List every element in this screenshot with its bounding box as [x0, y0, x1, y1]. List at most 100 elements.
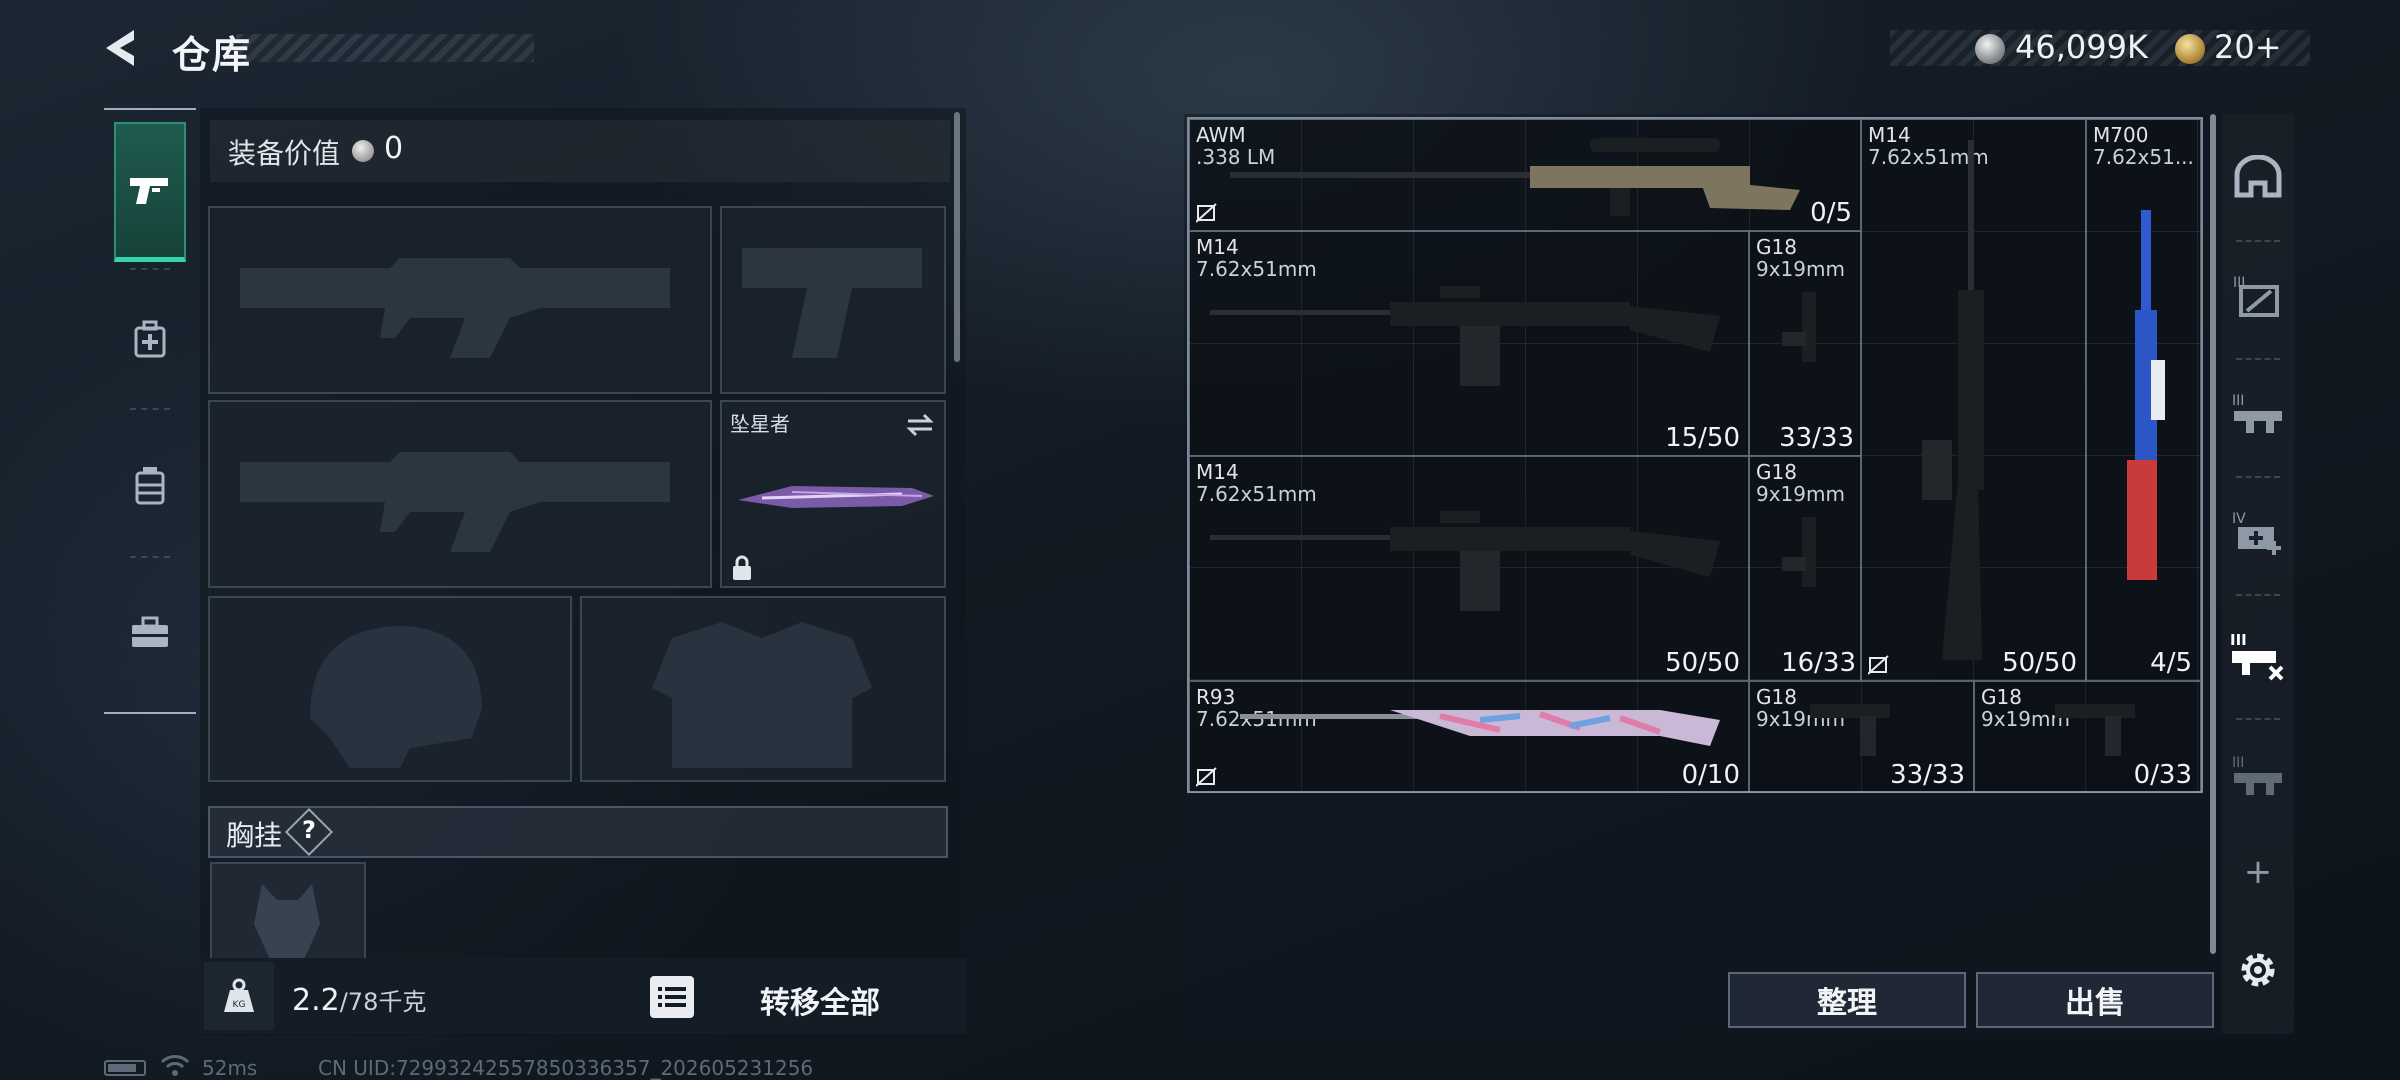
r93-rifle-icon — [1240, 710, 1720, 746]
rifle-tier-3-dim-icon: III — [2232, 755, 2282, 795]
stash-item-g18[interactable]: G18 9x19mm 33/33 — [1749, 231, 1861, 456]
item-name: M14 — [1196, 460, 1239, 484]
armor-slot[interactable] — [580, 596, 946, 782]
pistol-icon — [130, 177, 168, 204]
item-name: M14 — [1868, 123, 1911, 147]
item-durability: 16/33 — [1781, 648, 1856, 678]
medkit-icon — [134, 320, 166, 358]
tab-gear[interactable] — [114, 562, 186, 702]
help-mark: ? — [302, 816, 316, 844]
pistol-placeholder-icon — [742, 248, 922, 358]
rifle-tier-3-active-icon: III — [2230, 631, 2284, 681]
filter-rifle-tier-3[interactable]: III — [2222, 358, 2294, 470]
primary-weapon-slot[interactable] — [208, 206, 712, 394]
silver-coin-icon — [352, 140, 374, 162]
item-durability: 0/10 — [1681, 760, 1740, 790]
melee-slot[interactable]: 坠星者 — [720, 400, 946, 588]
sidearm-slot[interactable] — [720, 206, 946, 394]
item-ammo: 9x19mm — [1756, 257, 1845, 281]
gold-balance[interactable]: 20+ — [2214, 28, 2282, 66]
wifi-icon — [160, 1055, 190, 1076]
g18-pistol-icon — [1782, 292, 1816, 362]
helmet-slot[interactable] — [208, 596, 572, 782]
sell-button[interactable]: 出售 — [1976, 972, 2214, 1028]
weight-current: 2.2 — [292, 983, 340, 1018]
stash-item-m14[interactable]: M14 7.62x51mm 15/50 — [1189, 231, 1749, 456]
swap-icon[interactable] — [904, 412, 936, 438]
equip-value-label: 装备价值 — [228, 137, 341, 170]
transfer-all-button[interactable]: 转移全部 — [760, 978, 880, 1022]
tab-containers[interactable] — [114, 416, 186, 556]
tab-weapons[interactable] — [114, 122, 186, 262]
stash-item-m700[interactable]: M700 7.62x51... 4/5 — [2086, 119, 2201, 681]
silver-coin-icon — [1975, 34, 2005, 64]
tab-divider — [130, 408, 170, 410]
stash-item-g18[interactable]: G18 9x19mm 0/33 — [1974, 681, 2201, 793]
loadout-scrollbar[interactable] — [954, 112, 960, 362]
rifle-placeholder-icon — [240, 452, 670, 552]
list-icon — [658, 987, 686, 1007]
tab-divider — [130, 556, 170, 558]
svg-text:III: III — [2232, 393, 2244, 409]
no-insurance-icon — [1196, 767, 1217, 787]
g18-pistol-icon — [1810, 704, 1890, 756]
back-arrow-icon — [106, 30, 134, 66]
gear-icon — [2241, 953, 2275, 987]
item-durability: 50/50 — [1665, 648, 1740, 678]
ping: 52ms — [202, 1056, 258, 1080]
weight-kg-icon: KG — [224, 978, 254, 1012]
chest-rig-slot[interactable] — [210, 862, 366, 972]
gold-coin-icon — [2175, 34, 2205, 64]
rifle-placeholder-icon — [240, 258, 670, 358]
medkit-tier-4-icon: IV — [2232, 511, 2281, 555]
item-durability: 0/5 — [1810, 198, 1852, 228]
equip-value: 0 — [384, 131, 404, 166]
stash-item-m14[interactable]: M14 7.62x51mm 50/50 — [1189, 456, 1749, 681]
filter-divider — [2236, 594, 2280, 596]
svg-text:III: III — [2230, 631, 2247, 649]
filter-armor-tier-3[interactable]: III — [2222, 240, 2294, 352]
filter-helmet[interactable] — [2222, 122, 2294, 234]
weight-icon-box: KG — [204, 962, 274, 1030]
stash-scrollbar[interactable] — [2210, 114, 2216, 954]
toolbox-icon — [132, 616, 168, 647]
filter-medkit-tier-4[interactable]: IV — [2222, 476, 2294, 588]
vest-placeholder-icon — [652, 622, 872, 768]
filter-rifle-tier-3-dim[interactable]: III — [2222, 720, 2294, 832]
silver-balance: 46,099K — [2015, 28, 2148, 66]
page-title: 仓库 — [172, 33, 253, 77]
melee-name: 坠星者 — [730, 412, 790, 436]
carry-weight: 2.2/78千克 — [292, 982, 426, 1018]
helmet-placeholder-icon — [310, 626, 482, 768]
no-insurance-icon — [1868, 655, 1889, 675]
item-name: G18 — [1981, 685, 2022, 709]
title-decoration — [236, 34, 534, 62]
lock-icon — [733, 555, 751, 580]
item-name: M700 — [2093, 123, 2149, 147]
item-ammo: 7.62x51mm — [1196, 482, 1317, 506]
stash-item-r93[interactable]: R93 7.62x51mm 0/10 — [1189, 681, 1749, 793]
stash-item-g18[interactable]: G18 9x19mm 33/33 — [1749, 681, 1974, 793]
filter-rifle-tier-3-active[interactable]: III — [2222, 600, 2294, 712]
stash-item-g18[interactable]: G18 9x19mm 16/33 — [1749, 456, 1861, 681]
rifle-tier-3-icon: III — [2232, 393, 2282, 433]
settings-button[interactable] — [2222, 920, 2294, 1020]
back-button[interactable] — [100, 26, 144, 70]
item-durability: 15/50 — [1665, 423, 1740, 453]
m700-rifle-vertical-icon — [2127, 210, 2165, 580]
item-ammo: 7.62x51mm — [1196, 257, 1317, 281]
item-durability: 0/33 — [2133, 760, 2192, 790]
secondary-weapon-slot[interactable] — [208, 400, 712, 588]
armor-tier-3-icon: III — [2233, 275, 2279, 317]
list-view-button[interactable] — [650, 976, 694, 1018]
svg-text:KG: KG — [233, 1000, 246, 1010]
sort-button[interactable]: 整理 — [1728, 972, 1966, 1028]
tab-supplies[interactable] — [114, 270, 186, 410]
add-filter-button[interactable]: + — [2222, 842, 2294, 902]
chest-rig-label: 胸挂 — [226, 819, 283, 852]
item-name: G18 — [1756, 685, 1797, 709]
stash-item-m14[interactable]: M14 7.62x51mm 50/50 — [1861, 119, 2086, 681]
m14-rifle-icon — [1210, 511, 1720, 611]
stash-item-awm[interactable]: AWM .338 LM 0/5 — [1189, 119, 1861, 231]
awm-rifle-icon — [1230, 138, 1800, 216]
